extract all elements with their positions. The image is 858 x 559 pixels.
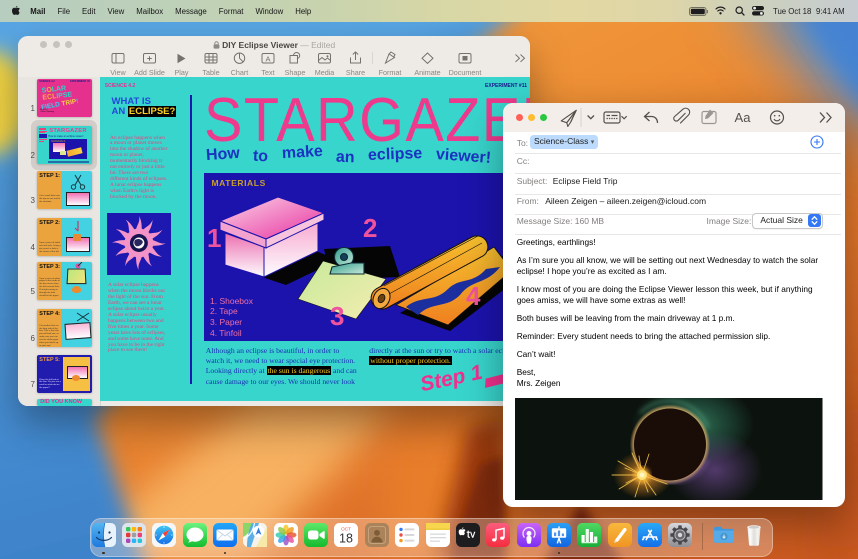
- svg-text:4: 4: [465, 281, 480, 311]
- svg-text:Aa: Aa: [735, 110, 752, 125]
- svg-text:3: 3: [330, 301, 344, 331]
- svg-text:A: A: [265, 54, 270, 63]
- svg-text:1: 1: [207, 223, 221, 253]
- svg-text:2: 2: [363, 213, 377, 243]
